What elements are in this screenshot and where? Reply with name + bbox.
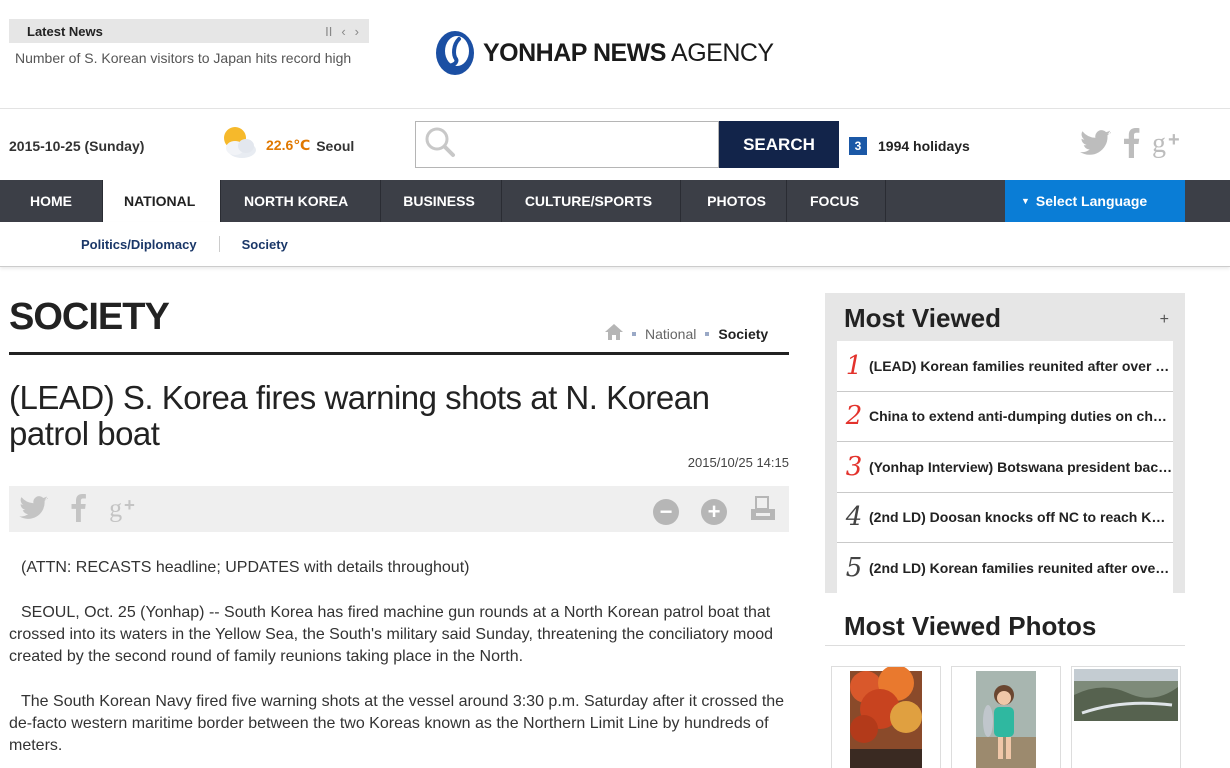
article-paragraph: The South Korean Navy fired five warning… (9, 693, 785, 754)
section-divider (9, 352, 789, 355)
article-toolbar: g + − + (9, 486, 789, 532)
subnav-divider (218, 236, 220, 252)
nav-culture-sports[interactable]: CULTURE/SPORTS (502, 180, 682, 222)
breadcrumb-separator (632, 331, 636, 336)
current-date: 2015-10-25 (Sunday) (9, 138, 145, 154)
most-viewed-headline[interactable]: (2nd LD) Doosan knocks off NC to reach K… (869, 509, 1173, 525)
most-viewed-item[interactable]: 5 (2nd LD) Korean families reunited afte… (837, 543, 1173, 594)
google-plus-share-icon[interactable]: g + (109, 493, 141, 527)
breadcrumb-separator (705, 331, 710, 336)
rank-number: 2 (845, 401, 863, 432)
most-viewed-headline[interactable]: (LEAD) Korean families reunited after ov… (869, 358, 1173, 374)
prev-arrow-icon[interactable]: ‹ (341, 24, 345, 39)
subnav-politics-diplomacy[interactable]: Politics/Diplomacy (81, 237, 197, 252)
header-divider (0, 108, 1230, 109)
twitter-icon[interactable] (1080, 130, 1112, 161)
temperature: 22.6℃ (266, 137, 311, 153)
search-input[interactable] (456, 122, 718, 167)
article-paragraph: (ATTN: RECASTS headline; UPDATES with de… (21, 559, 470, 576)
search-box (415, 121, 719, 168)
trending-keyword[interactable]: 3 1994 holidays (849, 137, 970, 155)
rank-number: 1 (845, 350, 863, 381)
search-icon (424, 126, 456, 163)
nav-north-korea[interactable]: NORTH KOREA (221, 180, 382, 222)
nav-home[interactable]: HOME (0, 180, 103, 222)
nav-business[interactable]: BUSINESS (381, 180, 502, 222)
nav-photos[interactable]: PHOTOS (681, 180, 787, 222)
photos-divider (825, 645, 1185, 646)
more-plus-icon[interactable]: + (1160, 311, 1169, 329)
most-viewed-item[interactable]: 1 (LEAD) Korean families reunited after … (837, 341, 1173, 392)
weather-city: Seoul (316, 137, 355, 154)
zoom-out-icon[interactable]: − (653, 498, 679, 525)
article-headline: (LEAD) S. Korea fires warning shots at N… (9, 379, 710, 452)
home-icon[interactable] (605, 324, 623, 343)
article-body: (ATTN: RECASTS headline; UPDATES with de… (9, 557, 789, 768)
latest-news-headline[interactable]: Number of S. Korean visitors to Japan hi… (9, 43, 369, 73)
most-viewed-headline[interactable]: (Yonhap Interview) Botswana president ba… (869, 459, 1173, 475)
breadcrumb-society[interactable]: Society (718, 326, 768, 342)
trend-text[interactable]: 1994 holidays (878, 138, 970, 154)
most-viewed-list: 1 (LEAD) Korean families reunited after … (837, 341, 1173, 594)
rank-number: 4 (845, 502, 863, 533)
photo-thumbnail-autumn-trees[interactable] (831, 665, 941, 768)
most-viewed-item[interactable]: 4 (2nd LD) Doosan knocks off NC to reach… (837, 492, 1173, 543)
svg-text:g: g (109, 494, 122, 522)
trend-rank-badge: 3 (849, 137, 867, 155)
latest-news-bar: Latest News II ‹ › (9, 19, 369, 43)
logo-brand: YONHAP NEWS (483, 38, 666, 67)
weather-widget: 22.6℃ Seoul (218, 124, 354, 167)
most-viewed-item[interactable]: 3 (Yonhap Interview) Botswana president … (837, 442, 1173, 493)
select-language-label: Select Language (1035, 193, 1148, 209)
yonhap-logo[interactable]: YONHAP NEWS AGENCY (433, 29, 774, 77)
svg-text:g: g (1152, 128, 1166, 158)
yonhap-emblem-icon (433, 29, 477, 77)
article-date: 2015/10/25 14:15 (687, 455, 789, 470)
most-viewed-headline[interactable]: (2nd LD) Korean families reunited after … (869, 560, 1173, 576)
most-viewed-photos-title: Most Viewed Photos (844, 611, 1097, 641)
logo-suffix: AGENCY (671, 38, 774, 67)
most-viewed-headline[interactable]: China to extend anti-dumping duties on c… (869, 408, 1173, 424)
social-links: g + (1080, 128, 1186, 163)
subnav-society[interactable]: Society (242, 237, 288, 252)
select-language-button[interactable]: ▼ Select Language (1005, 180, 1185, 222)
nav-national[interactable]: NATIONAL (103, 180, 221, 222)
facebook-icon[interactable] (1124, 128, 1140, 163)
most-viewed-item[interactable]: 2 China to extend anti-dumping duties on… (837, 391, 1173, 442)
facebook-share-icon[interactable] (71, 494, 87, 527)
photo-thumbnail-aerial-town[interactable] (1071, 666, 1181, 768)
svg-text:+: + (124, 494, 135, 515)
twitter-share-icon[interactable] (19, 496, 49, 525)
article-paragraph: SEOUL, Oct. 25 (Yonhap) -- South Korea h… (9, 604, 774, 665)
google-plus-icon[interactable]: g + (1152, 128, 1186, 163)
rank-number: 5 (845, 553, 863, 584)
most-viewed-title: Most Viewed (844, 303, 1002, 333)
search-button[interactable]: SEARCH (719, 121, 839, 168)
photo-thumbnail-child-with-fish[interactable] (951, 666, 1061, 768)
most-viewed-panel: Most Viewed + 1 (LEAD) Korean families r… (825, 293, 1185, 594)
next-arrow-icon[interactable]: › (355, 24, 359, 39)
rank-number: 3 (845, 451, 863, 482)
pause-icon[interactable]: II (325, 24, 332, 39)
nav-focus[interactable]: FOCUS (787, 180, 886, 222)
latest-news-ticker: Latest News II ‹ › Number of S. Korean v… (9, 19, 369, 73)
print-icon[interactable] (749, 496, 777, 527)
logo-wordmark: YONHAP NEWS AGENCY (483, 39, 774, 68)
sub-nav: Politics/Diplomacy Society (0, 222, 1230, 267)
partly-cloudy-icon (218, 124, 260, 167)
caret-down-icon: ▼ (1021, 196, 1030, 206)
zoom-in-icon[interactable]: + (701, 498, 727, 525)
breadcrumb: National Society (605, 324, 768, 343)
breadcrumb-national[interactable]: National (645, 326, 696, 342)
section-title: SOCIETY (9, 296, 170, 338)
latest-news-title: Latest News (27, 23, 103, 39)
svg-text:+: + (1168, 129, 1180, 151)
